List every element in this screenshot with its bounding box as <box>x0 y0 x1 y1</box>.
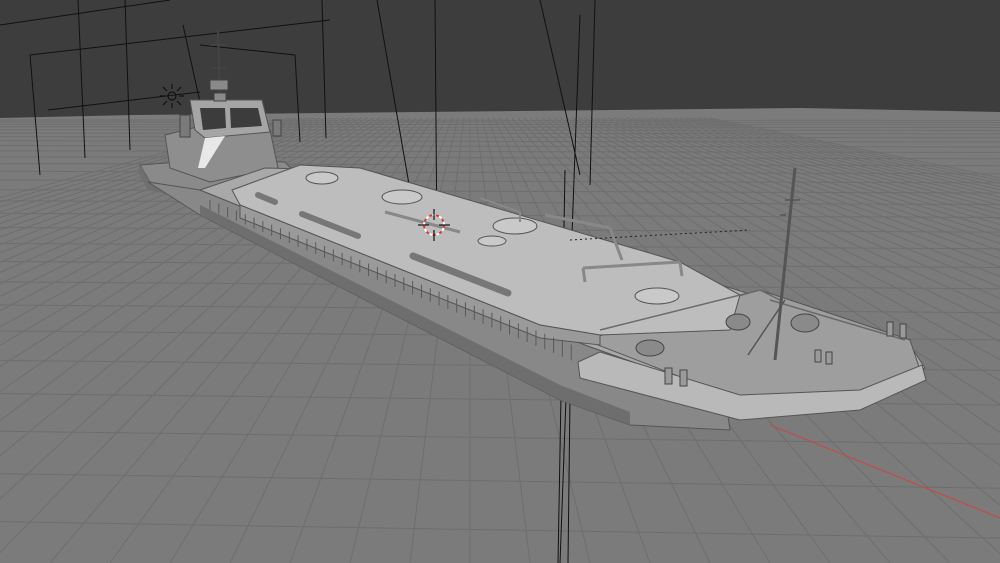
3d-viewport[interactable] <box>0 0 1000 563</box>
viewport-canvas[interactable] <box>0 0 1000 563</box>
